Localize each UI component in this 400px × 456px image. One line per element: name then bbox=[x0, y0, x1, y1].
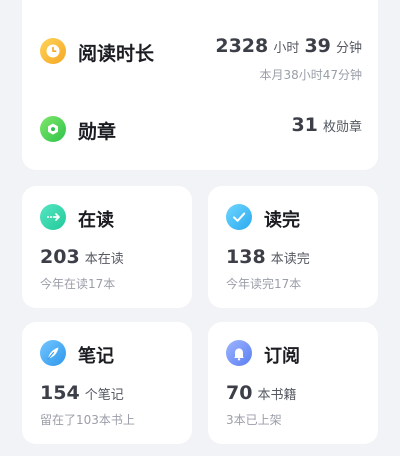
card-notes-count: 154 bbox=[40, 382, 80, 404]
reading-time-row[interactable]: 阅读时长 2328 小时 39 分钟 本月38小时47分钟 bbox=[40, 30, 362, 110]
card-subscriptions-stat: 70 本书籍 bbox=[226, 382, 297, 404]
card-subscriptions-sub: 3本已上架 bbox=[226, 413, 282, 427]
card-reading-count: 203 bbox=[40, 246, 80, 268]
clock-icon bbox=[40, 38, 66, 64]
card-notes[interactable]: 笔记 154 个笔记 留在了103本书上 bbox=[22, 322, 192, 444]
card-subscriptions-count: 70 bbox=[226, 382, 253, 404]
reading-time-month: 本月38小时47分钟 bbox=[259, 68, 362, 82]
reading-hours-unit: 小时 bbox=[273, 41, 300, 56]
card-notes-title: 笔记 bbox=[78, 346, 114, 367]
card-reading-sub: 今年在读17本 bbox=[40, 277, 116, 291]
card-subscriptions-title: 订阅 bbox=[264, 346, 300, 367]
card-finished[interactable]: 读完 138 本读完 今年读完17本 bbox=[208, 186, 378, 308]
medal-icon bbox=[40, 116, 66, 142]
reading-hours-value: 2328 bbox=[215, 35, 269, 57]
medals-unit: 枚勋章 bbox=[322, 120, 362, 135]
stats-summary-card: 阅读时长 2328 小时 39 分钟 本月38小时47分钟 勋章 31 枚勋章 bbox=[22, 0, 378, 170]
medals-label: 勋章 bbox=[78, 121, 117, 143]
card-notes-sub: 留在了103本书上 bbox=[40, 413, 135, 427]
card-subscriptions[interactable]: 订阅 70 本书籍 3本已上架 bbox=[208, 322, 378, 444]
card-finished-stat: 138 本读完 bbox=[226, 246, 310, 268]
card-finished-sub: 今年读完17本 bbox=[226, 277, 302, 291]
card-finished-title: 读完 bbox=[264, 210, 300, 231]
card-reading-unit: 本在读 bbox=[84, 252, 124, 267]
card-finished-count: 138 bbox=[226, 246, 266, 268]
card-finished-unit: 本读完 bbox=[270, 252, 310, 267]
card-reading[interactable]: 在读 203 本在读 今年在读17本 bbox=[22, 186, 192, 308]
arrow-right-icon bbox=[40, 204, 66, 230]
feather-icon bbox=[40, 340, 66, 366]
reading-minutes-value: 39 bbox=[304, 35, 331, 57]
check-icon bbox=[226, 204, 252, 230]
card-notes-stat: 154 个笔记 bbox=[40, 382, 124, 404]
medals-count: 31 bbox=[291, 114, 318, 136]
card-subscriptions-unit: 本书籍 bbox=[257, 388, 297, 403]
card-notes-unit: 个笔记 bbox=[84, 388, 124, 403]
card-reading-title: 在读 bbox=[78, 210, 114, 231]
bell-icon bbox=[226, 340, 252, 366]
reading-time-label: 阅读时长 bbox=[78, 43, 155, 65]
reading-time-total: 2328 小时 39 分钟 bbox=[215, 35, 362, 57]
medals-total: 31 枚勋章 bbox=[291, 114, 362, 136]
medals-row[interactable]: 勋章 31 枚勋章 bbox=[40, 114, 362, 148]
reading-minutes-unit: 分钟 bbox=[335, 41, 362, 56]
card-reading-stat: 203 本在读 bbox=[40, 246, 124, 268]
